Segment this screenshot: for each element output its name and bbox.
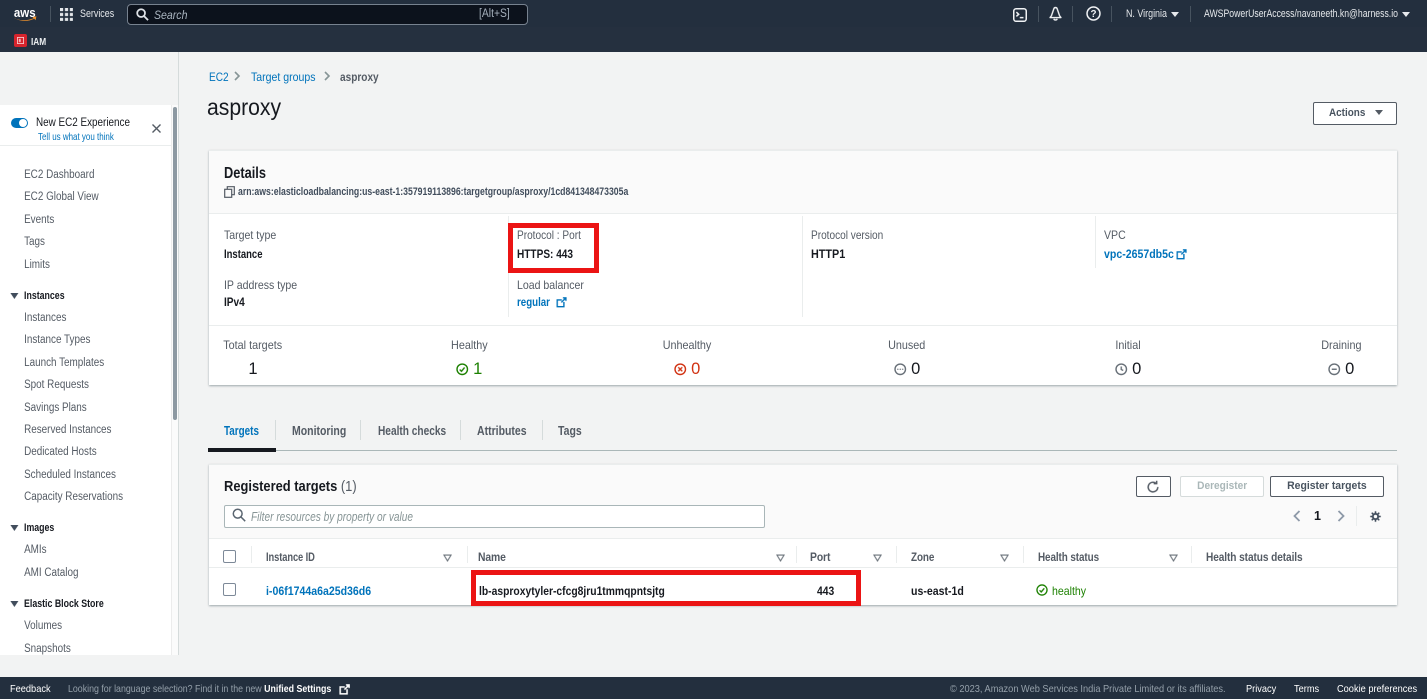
svg-text:aws: aws: [14, 6, 36, 20]
svg-text:?: ?: [1090, 9, 1096, 20]
